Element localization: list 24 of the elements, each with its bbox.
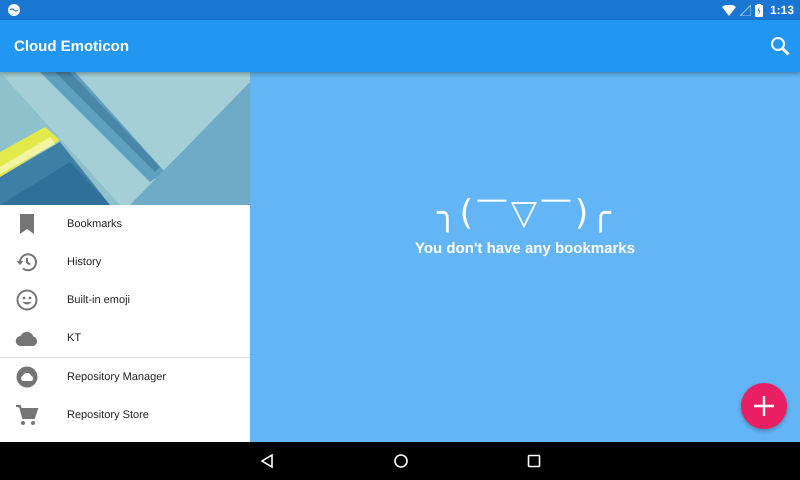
- battery-icon: [754, 4, 763, 16]
- drawer-item[interactable]: Built-in emoji: [0, 281, 250, 319]
- search-icon[interactable]: [770, 36, 790, 56]
- plus-icon: [753, 395, 775, 417]
- cart-icon: [15, 403, 39, 427]
- recents-icon[interactable]: [527, 454, 541, 468]
- cloud-circle-icon: [15, 365, 39, 389]
- drawer-item[interactable]: History: [0, 243, 250, 281]
- emoticon-text: ╮(￣▽￣)╭: [437, 192, 613, 235]
- signal-icon: [740, 4, 751, 16]
- history-icon: [15, 250, 39, 274]
- drawer-item[interactable]: Repository Manager: [0, 358, 250, 396]
- back-icon[interactable]: [259, 453, 275, 469]
- drawer-item[interactable]: Repository Store: [0, 396, 250, 434]
- empty-message: You don't have any bookmarks: [414, 240, 635, 257]
- app-title: Cloud Emoticon: [14, 38, 129, 54]
- add-button[interactable]: [741, 383, 787, 429]
- wifi-icon: [722, 4, 736, 16]
- drawer-item[interactable]: KT: [0, 319, 250, 357]
- clock-text: 1:13: [770, 3, 794, 17]
- emoji-icon: [15, 288, 39, 312]
- home-icon[interactable]: [393, 453, 409, 469]
- drawer-item[interactable]: Bookmarks: [0, 205, 250, 243]
- notification-icon: [7, 3, 21, 17]
